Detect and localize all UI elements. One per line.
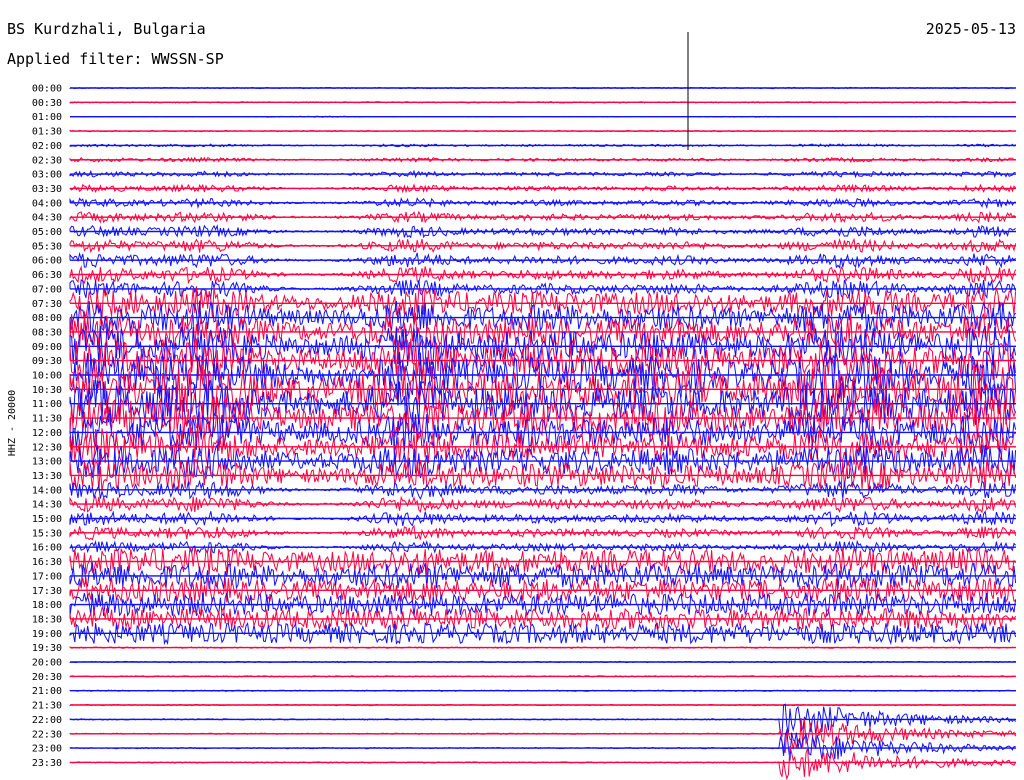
row-label: 16:30 xyxy=(32,557,62,568)
row-label: 07:30 xyxy=(32,299,62,310)
row-label: 10:30 xyxy=(32,385,62,396)
row-label: 23:00 xyxy=(32,744,62,755)
row-label: 17:30 xyxy=(32,586,62,597)
row-label: 06:30 xyxy=(32,270,62,281)
row-label: 06:00 xyxy=(32,256,62,267)
row-label: 01:30 xyxy=(32,127,62,138)
row-label: 19:30 xyxy=(32,643,62,654)
row-label: 01:00 xyxy=(32,112,62,123)
row-label: 17:00 xyxy=(32,571,62,582)
row-label: 09:30 xyxy=(32,356,62,367)
row-label: 16:00 xyxy=(32,543,62,554)
row-label: 07:00 xyxy=(32,284,62,295)
row-label: 22:00 xyxy=(32,715,62,726)
row-label: 23:30 xyxy=(32,758,62,769)
row-label: 12:00 xyxy=(32,428,62,439)
row-label: 02:30 xyxy=(32,155,62,166)
row-label: 19:00 xyxy=(32,629,62,640)
row-label: 18:30 xyxy=(32,614,62,625)
row-label: 15:00 xyxy=(32,514,62,525)
row-label: 03:00 xyxy=(32,170,62,181)
row-label: 14:30 xyxy=(32,500,62,511)
row-label: 08:30 xyxy=(32,327,62,338)
row-label: 13:00 xyxy=(32,457,62,468)
row-label-group: 00:00 00:30 01:00 01:30 02:00 02:30 03:00 03:30… xyxy=(32,84,62,769)
y-axis-label: HHZ - 20000 xyxy=(7,390,18,456)
row-label: 20:30 xyxy=(32,672,62,683)
row-label: 15:30 xyxy=(32,528,62,539)
trace-group xyxy=(69,32,1017,780)
row-label: 02:00 xyxy=(32,141,62,152)
row-label: 08:00 xyxy=(32,313,62,324)
row-label: 04:30 xyxy=(32,213,62,224)
row-label: 09:00 xyxy=(32,342,62,353)
row-label: 18:00 xyxy=(32,600,62,611)
row-label: 10:00 xyxy=(32,371,62,382)
row-label: 12:30 xyxy=(32,442,62,453)
row-label: 04:00 xyxy=(32,198,62,209)
row-label: 20:00 xyxy=(32,658,62,669)
row-label: 00:30 xyxy=(32,98,62,109)
row-label: 13:30 xyxy=(32,471,62,482)
row-label: 21:30 xyxy=(32,701,62,712)
helicorder-plot: 00:00 00:30 01:00 01:30 02:00 02:30 03:00 03:30… xyxy=(7,32,1017,780)
row-label: 11:30 xyxy=(32,414,62,425)
row-label: 14:00 xyxy=(32,485,62,496)
row-label: 21:00 xyxy=(32,686,62,697)
row-label: 05:00 xyxy=(32,227,62,238)
row-label: 22:30 xyxy=(32,729,62,740)
row-label: 03:30 xyxy=(32,184,62,195)
row-label: 00:00 xyxy=(32,84,62,95)
row-label: 05:30 xyxy=(32,241,62,252)
row-label: 11:00 xyxy=(32,399,62,410)
